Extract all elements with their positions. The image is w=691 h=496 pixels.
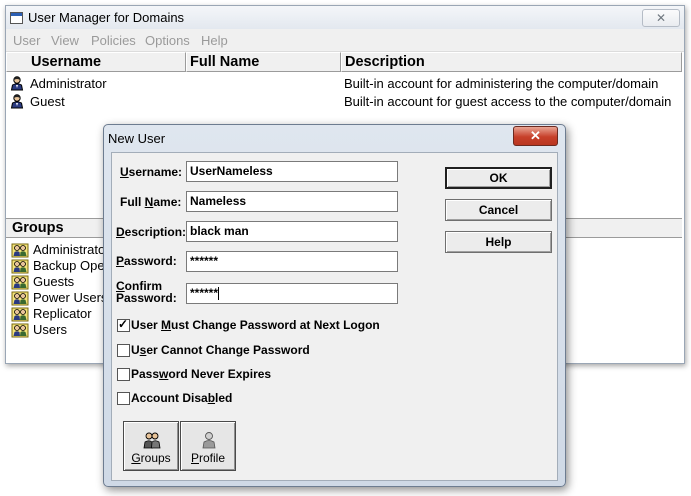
confirm-password-field[interactable]: ****** (186, 283, 398, 304)
cancel-button[interactable]: Cancel (445, 199, 552, 221)
window-title-bar[interactable]: User Manager for Domains ✕ (6, 6, 684, 29)
menu-bar: User View Policies Options Help (6, 29, 684, 52)
dialog-client-area: Username: Full Name: Description: Passwo… (111, 152, 558, 481)
groups-button[interactable]: Groups (123, 421, 179, 471)
window-title: User Manager for Domains (28, 10, 185, 25)
column-header-username[interactable]: Username (6, 52, 186, 72)
fullname-field[interactable]: Nameless (186, 191, 398, 212)
groups-header-label: Groups (12, 220, 64, 236)
password-label: Password: (116, 254, 177, 268)
help-button[interactable]: Help (445, 231, 552, 253)
group-name: Power Users (33, 290, 108, 305)
user-row[interactable]: Guest Built-in account for guest access … (6, 93, 682, 110)
checkbox-box[interactable] (117, 344, 130, 357)
password-field[interactable]: ****** (186, 251, 398, 272)
profile-icon (199, 431, 219, 452)
user-icon (10, 94, 24, 113)
menu-policies[interactable]: Policies (91, 33, 136, 48)
text-caret (218, 287, 220, 301)
ok-button[interactable]: OK (445, 167, 552, 189)
menu-help[interactable]: Help (201, 33, 228, 48)
column-header-description[interactable]: Description (341, 52, 682, 72)
group-name: Users (33, 322, 67, 337)
checkbox-label: Account Disabled (131, 391, 233, 405)
menu-user[interactable]: User (13, 33, 40, 48)
groups-button-label: Groups (131, 451, 171, 465)
groups-icon (142, 431, 162, 452)
group-name: Replicator (33, 306, 92, 321)
checkbox-box[interactable] (117, 368, 130, 381)
user-username: Guest (30, 94, 65, 109)
profile-button-label: Profile (190, 451, 226, 465)
menu-view[interactable]: View (51, 33, 79, 48)
new-user-dialog: New User ✕ Username: Full Name: Descript… (103, 124, 566, 487)
checkbox-label: User Must Change Password at Next Logon (131, 318, 380, 332)
column-header-fullname[interactable]: Full Name (186, 52, 341, 72)
profile-button[interactable]: Profile (180, 421, 236, 471)
group-icon (11, 322, 29, 342)
confirm-password-label: Confirm Password: (116, 279, 177, 305)
username-field[interactable]: UserNameless (186, 161, 398, 182)
checkbox-box[interactable] (117, 392, 130, 405)
username-label: Username: (120, 165, 183, 179)
user-row[interactable]: Administrator Built-in account for admin… (6, 75, 682, 92)
confirm-password-value: ****** (190, 286, 219, 300)
checkbox-label: Password Never Expires (131, 367, 272, 381)
user-description: Built-in account for administering the c… (344, 76, 659, 91)
description-field[interactable]: black man (186, 221, 398, 242)
user-description: Built-in account for guest access to the… (344, 94, 672, 109)
checkbox-box[interactable]: ✓ (117, 317, 130, 332)
checkbox-label: User Cannot Change Password (131, 343, 310, 357)
dialog-close-button[interactable]: ✕ (513, 126, 558, 146)
description-label: Description: (116, 225, 187, 239)
menu-options[interactable]: Options (145, 33, 190, 48)
user-username: Administrator (30, 76, 107, 91)
app-window-icon (10, 12, 23, 24)
fullname-label: Full Name: (120, 195, 182, 209)
dialog-title: New User (108, 131, 166, 146)
window-close-button[interactable]: ✕ (642, 9, 680, 27)
checkmark-icon: ✓ (118, 317, 129, 331)
group-name: Guests (33, 274, 75, 289)
